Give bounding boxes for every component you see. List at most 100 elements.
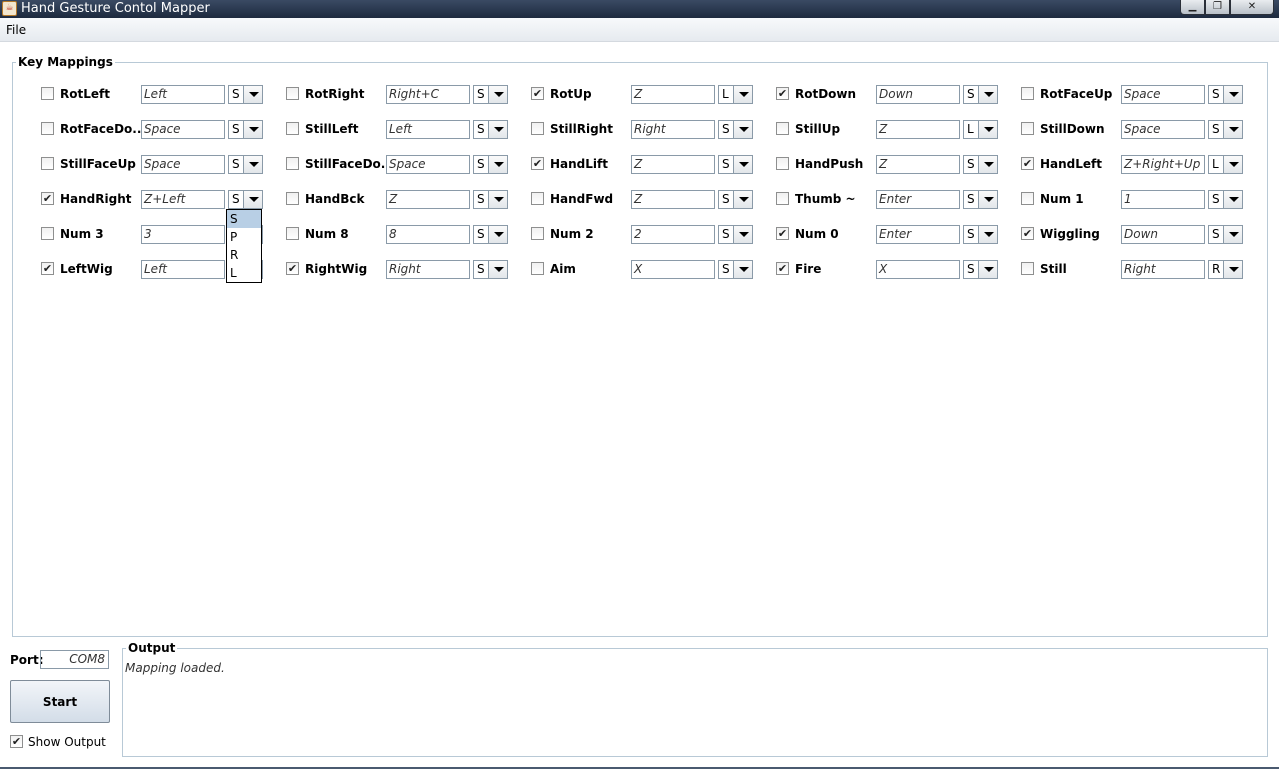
mapping-enable-checkbox[interactable] (41, 227, 54, 240)
key-input[interactable]: Z (631, 155, 715, 174)
mapping-enable-checkbox[interactable] (1021, 192, 1034, 205)
key-input[interactable]: X (631, 260, 715, 279)
mode-select[interactable]: S (1208, 85, 1243, 104)
key-input[interactable]: Right (386, 260, 470, 279)
mapping-enable-checkbox[interactable]: ✔ (531, 87, 544, 100)
key-input[interactable]: Down (1121, 225, 1205, 244)
minimize-button[interactable]: ▁ (1180, 0, 1205, 15)
mapping-enable-checkbox[interactable]: ✔ (286, 262, 299, 275)
mapping-enable-checkbox[interactable] (531, 122, 544, 135)
mapping-enable-checkbox[interactable] (776, 122, 789, 135)
mode-select[interactable]: S (228, 85, 263, 104)
mapping-enable-checkbox[interactable]: ✔ (1021, 157, 1034, 170)
mode-select[interactable]: S (473, 260, 508, 279)
chevron-down-icon[interactable] (243, 156, 262, 173)
chevron-down-icon[interactable] (733, 191, 752, 208)
mapping-enable-checkbox[interactable] (286, 122, 299, 135)
key-input[interactable]: Left (386, 120, 470, 139)
key-input[interactable]: Right+C (386, 85, 470, 104)
dropdown-option[interactable]: P (227, 228, 261, 246)
mode-select[interactable]: S (963, 260, 998, 279)
chevron-down-icon[interactable] (733, 226, 752, 243)
port-input[interactable]: COM8 (40, 650, 109, 669)
mapping-enable-checkbox[interactable] (41, 122, 54, 135)
mode-select[interactable]: L (1208, 155, 1243, 174)
key-input[interactable]: 1 (1121, 190, 1205, 209)
key-input[interactable]: Z (876, 120, 960, 139)
key-input[interactable]: Space (386, 155, 470, 174)
chevron-down-icon[interactable] (1223, 121, 1242, 138)
mode-select[interactable]: S (718, 260, 753, 279)
chevron-down-icon[interactable] (1223, 261, 1242, 278)
mapping-enable-checkbox[interactable] (41, 87, 54, 100)
start-button[interactable]: Start (10, 680, 110, 723)
key-input[interactable]: Enter (876, 225, 960, 244)
key-input[interactable]: X (876, 260, 960, 279)
mode-select[interactable]: S (963, 155, 998, 174)
menu-file[interactable]: File (6, 23, 26, 37)
mode-select[interactable]: S (473, 190, 508, 209)
chevron-down-icon[interactable] (978, 156, 997, 173)
chevron-down-icon[interactable] (243, 86, 262, 103)
key-input[interactable]: Z+Right+Up (1121, 155, 1205, 174)
key-input[interactable]: Left (141, 85, 225, 104)
mapping-enable-checkbox[interactable]: ✔ (776, 262, 789, 275)
mode-select[interactable]: S (1208, 225, 1243, 244)
mode-select[interactable]: S (718, 155, 753, 174)
mode-select[interactable]: S (718, 225, 753, 244)
key-input[interactable]: Z (631, 85, 715, 104)
mapping-enable-checkbox[interactable] (286, 157, 299, 170)
mode-select[interactable]: S (473, 85, 508, 104)
mapping-enable-checkbox[interactable]: ✔ (41, 262, 54, 275)
chevron-down-icon[interactable] (243, 121, 262, 138)
mapping-enable-checkbox[interactable] (531, 262, 544, 275)
mode-select[interactable]: S (473, 155, 508, 174)
mapping-enable-checkbox[interactable] (531, 192, 544, 205)
mapping-enable-checkbox[interactable] (776, 192, 789, 205)
key-input[interactable]: Space (141, 155, 225, 174)
key-input[interactable]: Z+Left (141, 190, 225, 209)
mode-select[interactable]: S (1208, 190, 1243, 209)
key-input[interactable]: Space (1121, 120, 1205, 139)
dropdown-option[interactable]: L (227, 264, 261, 282)
chevron-down-icon[interactable] (978, 121, 997, 138)
key-input[interactable]: Right (631, 120, 715, 139)
chevron-down-icon[interactable] (733, 261, 752, 278)
close-button[interactable]: ✕ (1230, 0, 1274, 15)
mapping-enable-checkbox[interactable] (1021, 87, 1034, 100)
mapping-enable-checkbox[interactable]: ✔ (776, 87, 789, 100)
key-input[interactable]: Z (631, 190, 715, 209)
chevron-down-icon[interactable] (1223, 86, 1242, 103)
chevron-down-icon[interactable] (488, 191, 507, 208)
chevron-down-icon[interactable] (488, 156, 507, 173)
mode-select[interactable]: L (963, 120, 998, 139)
key-input[interactable]: Down (876, 85, 960, 104)
chevron-down-icon[interactable] (488, 86, 507, 103)
key-input[interactable]: 3 (141, 225, 225, 244)
mode-select[interactable]: S (228, 190, 263, 209)
mode-select[interactable]: S (963, 225, 998, 244)
key-input[interactable]: Z (386, 190, 470, 209)
mapping-enable-checkbox[interactable] (41, 157, 54, 170)
mode-select[interactable]: S (718, 120, 753, 139)
mapping-enable-checkbox[interactable] (1021, 262, 1034, 275)
chevron-down-icon[interactable] (978, 226, 997, 243)
chevron-down-icon[interactable] (978, 191, 997, 208)
mode-select[interactable]: S (473, 225, 508, 244)
mapping-enable-checkbox[interactable]: ✔ (1021, 227, 1034, 240)
restore-button[interactable]: ❐ (1205, 0, 1230, 15)
mapping-enable-checkbox[interactable]: ✔ (531, 157, 544, 170)
key-input[interactable]: Left (141, 260, 225, 279)
chevron-down-icon[interactable] (488, 121, 507, 138)
mapping-enable-checkbox[interactable] (531, 227, 544, 240)
key-input[interactable]: Space (141, 120, 225, 139)
chevron-down-icon[interactable] (1223, 226, 1242, 243)
mapping-enable-checkbox[interactable]: ✔ (776, 227, 789, 240)
key-input[interactable]: 8 (386, 225, 470, 244)
dropdown-option[interactable]: R (227, 246, 261, 264)
chevron-down-icon[interactable] (733, 86, 752, 103)
chevron-down-icon[interactable] (1223, 191, 1242, 208)
chevron-down-icon[interactable] (733, 121, 752, 138)
chevron-down-icon[interactable] (243, 191, 262, 208)
mode-select[interactable]: S (228, 120, 263, 139)
